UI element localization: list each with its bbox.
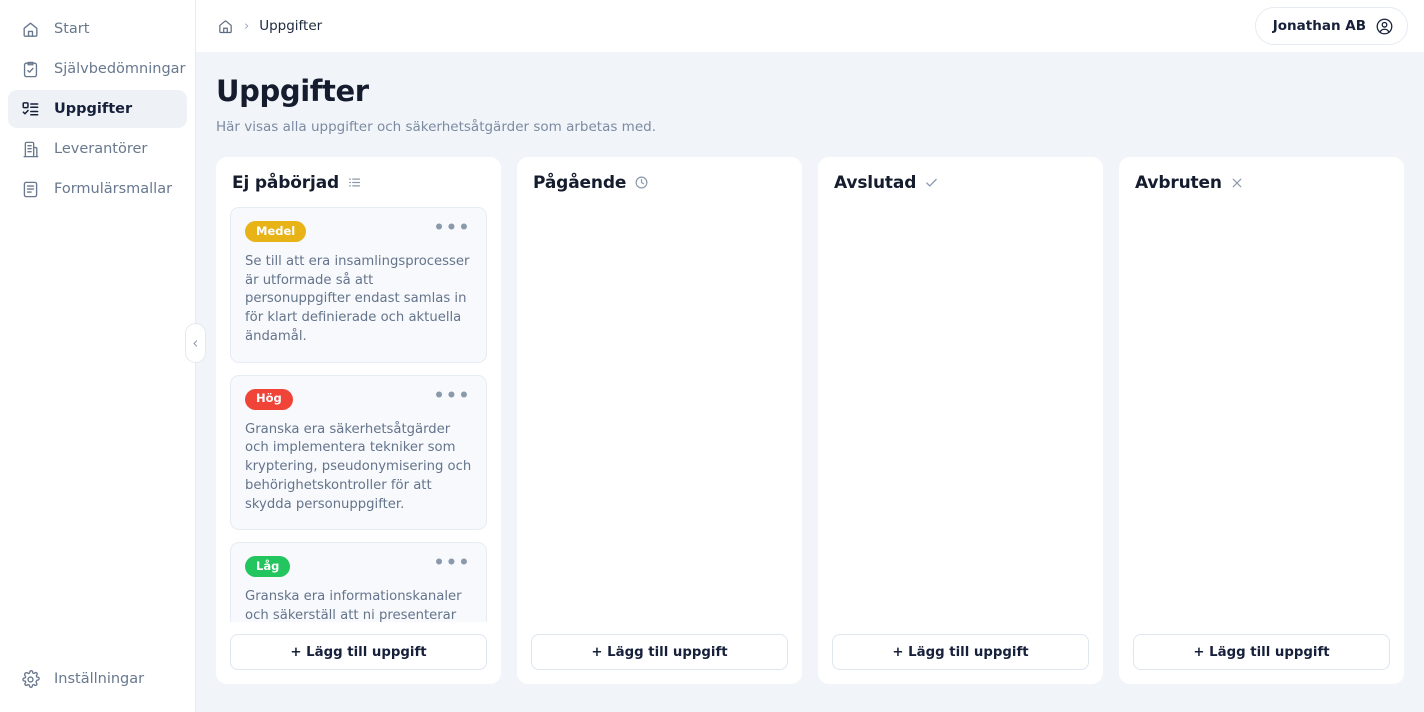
collapse-sidebar-toggle[interactable]	[185, 323, 206, 363]
main-content: › Uppgifter Jonathan AB Uppgifter Här vi…	[196, 0, 1424, 712]
task-card-header: Låg •••	[245, 555, 472, 578]
priority-badge: Hög	[245, 388, 293, 410]
page-subtitle: Här visas alla uppgifter och säkerhetsåt…	[216, 118, 657, 135]
task-card-header: Medel •••	[245, 219, 472, 242]
add-task-button[interactable]: + Lägg till uppgift	[531, 634, 788, 670]
close-icon	[1230, 176, 1244, 190]
sidebar-bottom: Inställningar	[0, 660, 195, 712]
task-card[interactable]: Låg ••• Granska era informationskanaler oc…	[230, 542, 487, 622]
column-task-list[interactable]	[1133, 207, 1390, 622]
breadcrumb-home-icon[interactable]	[216, 17, 234, 35]
chevron-left-icon	[191, 339, 200, 348]
sidebar-item-label: Inställningar	[54, 670, 145, 687]
home-icon	[20, 19, 40, 39]
breadcrumb: › Uppgifter	[216, 17, 322, 35]
sidebar-item-installningar[interactable]: Inställningar	[8, 660, 187, 698]
kanban-column: Pågående + Lägg till uppgift	[517, 156, 802, 684]
sidebar-item-leverantorer[interactable]: Leverantörer	[8, 130, 187, 168]
task-card-menu-button[interactable]: •••	[428, 219, 472, 239]
sidebar-item-formularsmallar[interactable]: Formulärsmallar	[8, 170, 187, 208]
clock-icon	[634, 175, 649, 190]
sidebar-nav: Start Självbedömningar Uppgifter Leveran…	[0, 10, 195, 208]
column-header: Avslutad	[832, 173, 1089, 193]
column-title: Ej påbörjad	[232, 172, 340, 193]
sidebar-item-label: Uppgifter	[54, 100, 133, 117]
gear-icon	[20, 669, 40, 689]
kanban-column: Avslutad + Lägg till uppgift	[818, 156, 1103, 684]
task-card-header: Hög •••	[245, 387, 472, 410]
page-container: Uppgifter Här visas alla uppgifter och s…	[196, 52, 1424, 712]
clipboard-check-icon	[20, 59, 40, 79]
form-template-icon	[20, 179, 40, 199]
task-description: Granska era säkerhetsåtgärder och implem…	[245, 421, 472, 512]
sidebar: Start Självbedömningar Uppgifter Leveran…	[0, 0, 196, 712]
breadcrumb-separator: ›	[244, 18, 250, 34]
user-name: Jonathan AB	[1272, 18, 1366, 34]
page-title: Uppgifter	[216, 74, 369, 108]
kanban-column: Avbruten + Lägg till uppgift	[1119, 156, 1404, 684]
column-title: Avslutad	[834, 172, 917, 193]
sidebar-item-label: Självbedömningar	[54, 60, 186, 77]
priority-badge: Medel	[245, 220, 307, 242]
building-icon	[20, 139, 40, 159]
top-bar: › Uppgifter Jonathan AB	[196, 0, 1424, 52]
priority-badge: Låg	[245, 556, 291, 578]
user-circle-icon	[1375, 17, 1394, 36]
column-header: Ej påbörjad	[230, 173, 487, 193]
task-card[interactable]: Hög ••• Granska era säkerhetsåtgärder och …	[230, 374, 487, 531]
add-task-button[interactable]: + Lägg till uppgift	[1133, 634, 1390, 670]
column-title: Avbruten	[1135, 172, 1222, 193]
sidebar-item-label: Start	[54, 20, 90, 37]
kanban-column: Ej påbörjad Medel ••• Se till att era insam…	[216, 156, 501, 684]
column-task-list[interactable]	[832, 207, 1089, 622]
column-task-list[interactable]	[531, 207, 788, 622]
column-task-list[interactable]: Medel ••• Se till att era insamlingsproces…	[230, 206, 487, 622]
add-task-button[interactable]: + Lägg till uppgift	[832, 634, 1089, 670]
column-title: Pågående	[533, 172, 627, 193]
column-header: Pågående	[531, 173, 788, 193]
task-list-icon	[20, 99, 40, 119]
kanban-board: Ej påbörjad Medel ••• Se till att era insam…	[216, 156, 1404, 712]
task-card-menu-button[interactable]: •••	[428, 555, 472, 574]
add-task-button[interactable]: + Lägg till uppgift	[230, 634, 487, 670]
sidebar-item-sjalvbedomningar[interactable]: Självbedömningar	[8, 50, 187, 88]
sidebar-item-uppgifter[interactable]: Uppgifter	[8, 90, 187, 128]
check-icon	[924, 175, 939, 190]
list-icon	[347, 175, 362, 190]
breadcrumb-current[interactable]: Uppgifter	[259, 18, 322, 34]
task-card-menu-button[interactable]: •••	[428, 387, 472, 407]
sidebar-item-label: Leverantörer	[54, 140, 148, 157]
app-root: Start Självbedömningar Uppgifter Leveran…	[0, 0, 1424, 712]
sidebar-item-label: Formulärsmallar	[54, 180, 173, 197]
user-menu-button[interactable]: Jonathan AB	[1254, 7, 1408, 45]
sidebar-item-start[interactable]: Start	[8, 10, 187, 48]
column-header: Avbruten	[1133, 173, 1390, 193]
task-card[interactable]: Medel ••• Se till att era insamlingsproces…	[230, 206, 487, 363]
task-description: Granska era informationskanaler och säke…	[245, 589, 462, 622]
task-description: Se till att era insamlingsprocesser är u…	[245, 253, 470, 344]
